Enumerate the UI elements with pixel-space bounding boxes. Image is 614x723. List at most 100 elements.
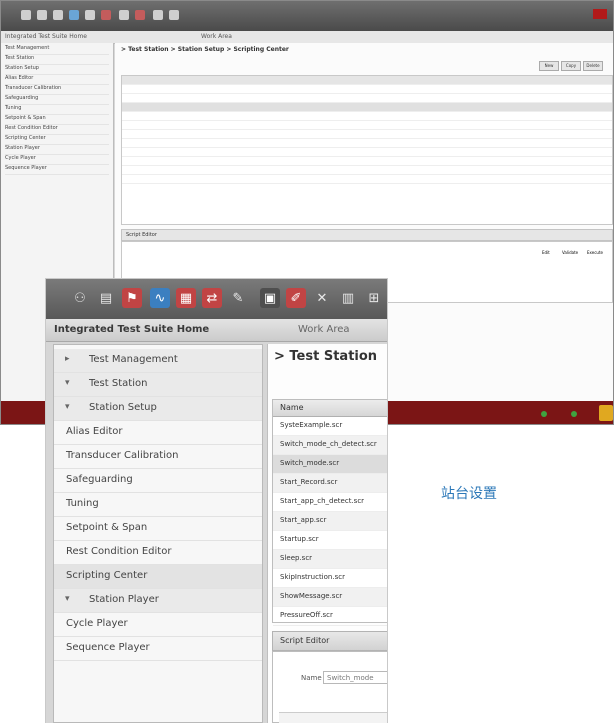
bg-sidebar-item[interactable]: Rest Condition Editor: [5, 125, 109, 135]
network-icon[interactable]: ⚇: [70, 288, 90, 308]
table-row[interactable]: [122, 139, 612, 148]
app-title: Integrated Test Suite Home: [54, 324, 210, 335]
name-field[interactable]: Switch_mode: [323, 671, 387, 684]
grid-icon[interactable]: ▦: [176, 288, 196, 308]
bg-toolbar-icon[interactable]: [135, 10, 145, 20]
table-row[interactable]: ShowMessage.scr: [273, 588, 387, 607]
bg-copy-button[interactable]: Copy: [561, 61, 581, 71]
status-dot-icon: [571, 411, 577, 417]
chevron-right-icon[interactable]: ▸: [65, 354, 70, 364]
waveform-icon[interactable]: ∿: [150, 288, 170, 308]
table-row[interactable]: [122, 103, 612, 112]
bg-sidebar-item[interactable]: Test Station: [5, 55, 109, 65]
table-row[interactable]: [122, 130, 612, 139]
more-icon[interactable]: ⊞: [364, 288, 384, 308]
table-row[interactable]: Startup.scr: [273, 531, 387, 550]
name-column-header[interactable]: Name: [280, 403, 304, 412]
table-row[interactable]: [122, 85, 612, 94]
sidebar-item[interactable]: ▾ Station Player: [54, 589, 262, 613]
table-row[interactable]: [122, 121, 612, 130]
sidebar-item[interactable]: Cycle Player: [54, 613, 262, 637]
status-gear-icon[interactable]: [599, 405, 613, 421]
table-row[interactable]: [122, 175, 612, 184]
file-name-cell: Sleep.scr: [280, 554, 313, 562]
bg-toolbar-icon[interactable]: [21, 10, 31, 20]
sidebar-item[interactable]: ▸ Test Management: [54, 349, 262, 373]
pencil-icon[interactable]: ✐: [286, 288, 306, 308]
table-row[interactable]: SysteExample.scr: [273, 417, 387, 436]
chevron-down-icon[interactable]: ▾: [65, 402, 70, 412]
sidebar-item[interactable]: Setpoint & Span: [54, 517, 262, 541]
file-name-cell: SysteExample.scr: [280, 421, 343, 429]
chevron-down-icon[interactable]: ▾: [65, 378, 70, 388]
table-row[interactable]: [122, 157, 612, 166]
table-row[interactable]: SkipInstruction.scr: [273, 569, 387, 588]
bg-sidebar-item[interactable]: Station Player: [5, 145, 109, 155]
sidebar-item[interactable]: Scripting Center: [54, 565, 262, 589]
document-icon[interactable]: ▤: [96, 288, 116, 308]
table-row[interactable]: [122, 148, 612, 157]
bg-sidebar-item[interactable]: Transducer Calibration: [5, 85, 109, 95]
toolbar: ⚇ ▤ ⚑ ∿ ▦ ⇄ ✎ ▣ ✐ ✕ ▥ ⊞: [46, 279, 387, 319]
table-row[interactable]: [122, 94, 612, 103]
bg-execute-button[interactable]: Execute: [587, 250, 603, 255]
bg-sidebar-item[interactable]: Setpoint & Span: [5, 115, 109, 125]
script-editor-label: Script Editor: [280, 636, 330, 645]
sidebar-item[interactable]: ▾ Station Setup: [54, 397, 262, 421]
bg-toolbar-icon[interactable]: [119, 10, 129, 20]
path-icon[interactable]: ⇄: [202, 288, 222, 308]
bg-toolbar-icon[interactable]: [169, 10, 179, 20]
sidebar-item[interactable]: Sequence Player: [54, 637, 262, 661]
save-icon[interactable]: ▣: [260, 288, 280, 308]
script-file-table: Name SysteExample.scr Switch_mode_ch_dete…: [272, 399, 387, 626]
table-row[interactable]: Start_app.scr: [273, 512, 387, 531]
bg-validate-button[interactable]: Validate: [562, 250, 578, 255]
bg-toolbar-icon[interactable]: [85, 10, 95, 20]
sidebar-item-label: Rest Condition Editor: [66, 546, 172, 557]
bg-toolbar-icon[interactable]: [53, 10, 63, 20]
table-row[interactable]: Switch_mode.scr: [273, 455, 387, 474]
table-row[interactable]: Sleep.scr: [273, 550, 387, 569]
sidebar-item[interactable]: Safeguarding: [54, 469, 262, 493]
sidebar-item[interactable]: Rest Condition Editor: [54, 541, 262, 565]
table-row[interactable]: Start_Record.scr: [273, 474, 387, 493]
sidebar-item[interactable]: Tuning: [54, 493, 262, 517]
sidebar-item[interactable]: Alias Editor: [54, 421, 262, 445]
bg-sidebar-item[interactable]: Safeguarding: [5, 95, 109, 105]
wrench-icon[interactable]: ✎: [228, 288, 248, 308]
zoomed-screenshot: ⚇ ▤ ⚑ ∿ ▦ ⇄ ✎ ▣ ✐ ✕ ▥ ⊞ Integrated Test …: [46, 279, 387, 723]
table-row[interactable]: [122, 112, 612, 121]
bg-toolbar-icon[interactable]: [153, 10, 163, 20]
table-icon[interactable]: ▥: [338, 288, 358, 308]
file-name-cell: Start_app_ch_detect.scr: [280, 497, 365, 505]
bg-toolbar-icon[interactable]: [69, 10, 79, 20]
tools-icon[interactable]: ✕: [312, 288, 332, 308]
bg-sidebar-item[interactable]: Station Setup: [5, 65, 109, 75]
bg-toolbar-icon[interactable]: [37, 10, 47, 20]
file-name-cell: Start_Record.scr: [280, 478, 338, 486]
bg-sidebar-item[interactable]: Test Management: [5, 45, 109, 55]
sidebar-item[interactable]: Transducer Calibration: [54, 445, 262, 469]
file-name-cell: ShowMessage.scr: [280, 592, 343, 600]
bg-sidebar-item[interactable]: Alias Editor: [5, 75, 109, 85]
bg-new-button[interactable]: New: [539, 61, 559, 71]
bg-toolbar-icon[interactable]: [101, 10, 111, 20]
table-row[interactable]: Start_app_ch_detect.scr: [273, 493, 387, 512]
bg-close-icon[interactable]: [593, 9, 607, 19]
bg-sidebar-item[interactable]: Cycle Player: [5, 155, 109, 165]
bg-sidebar-item[interactable]: Scripting Center: [5, 135, 109, 145]
flag-icon[interactable]: ⚑: [122, 288, 142, 308]
bg-delete-button[interactable]: Delete: [583, 61, 603, 71]
table-row[interactable]: PressureOff.scr: [273, 607, 387, 626]
chevron-down-icon[interactable]: ▾: [65, 594, 70, 604]
bg-sidebar-item[interactable]: Tuning: [5, 105, 109, 115]
table-row[interactable]: Switch_mode_ch_detect.scr: [273, 436, 387, 455]
table-row[interactable]: [122, 166, 612, 175]
code-editor-strip[interactable]: [279, 712, 387, 723]
sidebar-item[interactable]: ▾ Test Station: [54, 373, 262, 397]
bg-edit-button[interactable]: Edit: [542, 250, 550, 255]
bg-sidebar-item[interactable]: Sequence Player: [5, 165, 109, 175]
table-header[interactable]: Name: [273, 400, 387, 417]
sidebar-item-label: Cycle Player: [66, 618, 128, 629]
bg-script-editor-header: Script Editor: [121, 229, 613, 241]
